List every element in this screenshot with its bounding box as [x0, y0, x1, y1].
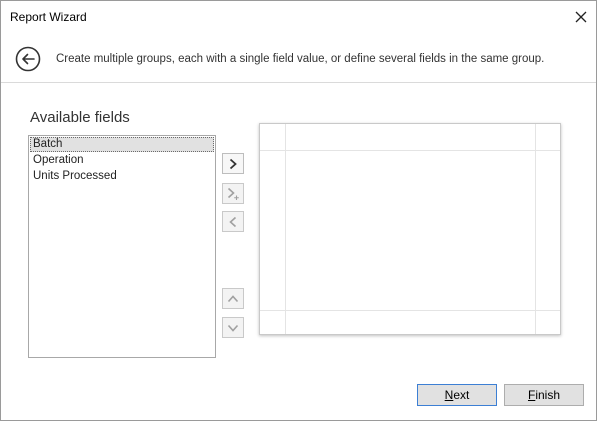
back-arrow-circle-icon: [15, 46, 41, 72]
move-up-button[interactable]: [222, 288, 244, 309]
panel-guide-right: [535, 124, 536, 334]
add-to-group-button[interactable]: [222, 183, 244, 204]
panel-guide-top: [260, 150, 560, 151]
chevron-left-icon: [229, 216, 237, 227]
report-wizard-window: Report Wizard Create multiple groups, ea…: [0, 0, 597, 421]
next-button-label: ext: [453, 388, 470, 402]
close-button[interactable]: [565, 1, 596, 32]
panel-guide-bottom: [260, 310, 560, 311]
list-item-units-processed[interactable]: Units Processed: [30, 169, 214, 184]
close-icon: [575, 11, 586, 22]
wizard-instruction: Create multiple groups, each with a sing…: [56, 53, 545, 65]
panel-guide-left: [285, 124, 286, 334]
finish-button-mnemonic: F: [527, 388, 536, 402]
list-item-operation[interactable]: Operation: [30, 153, 214, 168]
move-down-button[interactable]: [222, 317, 244, 338]
finish-button-label: inish: [535, 388, 561, 402]
available-fields-list[interactable]: Batch Operation Units Processed: [28, 135, 216, 358]
remove-field-button[interactable]: [222, 211, 244, 232]
window-title: Report Wizard: [10, 10, 87, 24]
chevron-right-plus-icon: [227, 187, 239, 200]
chevron-down-icon: [227, 324, 239, 332]
available-fields-title: Available fields: [30, 109, 130, 126]
title-bar: Report Wizard: [1, 1, 596, 32]
chevron-up-icon: [227, 294, 239, 302]
add-group-button[interactable]: [222, 153, 244, 174]
next-button-mnemonic: N: [444, 388, 454, 402]
chevron-right-icon: [229, 158, 237, 169]
list-item-batch[interactable]: Batch: [30, 137, 214, 152]
groups-panel[interactable]: [259, 123, 561, 335]
back-button[interactable]: [15, 46, 41, 72]
finish-button[interactable]: Finish: [504, 384, 584, 406]
next-button[interactable]: Next: [417, 384, 497, 406]
